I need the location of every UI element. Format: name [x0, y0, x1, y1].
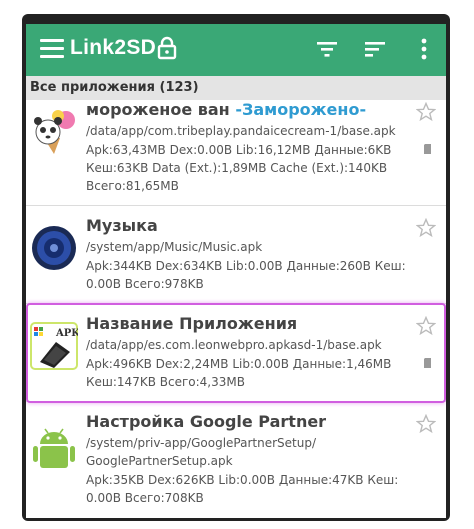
panda-icecream-icon — [34, 110, 75, 154]
lock-icon[interactable] — [157, 36, 177, 60]
app-bar: Link2SD — [26, 24, 446, 76]
app-path: GooglePartnerSetup.apk — [86, 454, 233, 468]
list-item[interactable]: мороженое ван -Заморожено- /data/app/com… — [26, 100, 446, 206]
android-icon — [33, 428, 75, 468]
app-name: Название Приложения — [86, 314, 298, 333]
star-outline-icon[interactable] — [416, 218, 436, 238]
app-name: Настройка Google Partner — [86, 412, 327, 431]
app-size-line: Apk:63,43MB Dex:0.00B Lib:16,12MB Данные… — [86, 143, 392, 157]
menu-icon[interactable] — [40, 39, 64, 59]
svg-text:APK: APK — [55, 328, 78, 339]
app-size-line: Apk:344KB Dex:634KB Lib:0.00B Данные:260… — [86, 259, 406, 273]
app-title: Link2SD — [70, 36, 157, 59]
app-size-line: Кеш:147KB Всего:4,33MB — [86, 375, 245, 389]
star-outline-icon[interactable] — [416, 316, 436, 336]
device-screen: Link2SD Все приложения (123) мороженое в… — [26, 24, 446, 518]
list-item[interactable]: Музыка /system/app/Music/Music.apk Apk:3… — [26, 206, 446, 304]
app-total: Всего:81,65MB — [86, 179, 179, 193]
app-size-line: Apk:496KB Dex:2,24MB Lib:0.00B Данные:1,… — [86, 357, 392, 371]
apk-sdcard-icon: APK — [30, 322, 78, 370]
filter-icon[interactable] — [316, 40, 338, 58]
frozen-tag: -Заморожено- — [235, 100, 367, 119]
app-size-line: Apk:35KB Dex:626KB Lib:0.00B Данные:47KB… — [86, 473, 399, 487]
app-size-line: Кеш:63KB Data (Ext.):1,89MB Cache (Ext.)… — [86, 161, 388, 175]
list-item[interactable]: Настройка Google Partner /system/priv-ap… — [26, 402, 446, 518]
app-path: /system/app/Music/Music.apk — [86, 240, 263, 254]
star-outline-icon[interactable] — [416, 102, 436, 122]
sort-icon[interactable] — [364, 40, 386, 58]
app-path: /data/app/es.com.leonwebpro.apkasd-1/bas… — [86, 338, 382, 352]
sdcard-icon — [424, 358, 431, 368]
sdcard-icon — [424, 144, 431, 154]
list-item[interactable]: APK Название Приложения /data/app/es.com… — [26, 304, 446, 402]
more-vert-icon[interactable] — [420, 38, 428, 60]
app-name: Музыка — [86, 216, 158, 235]
app-size-line: 0.00B Всего:978KB — [86, 277, 204, 291]
app-name: мороженое ван -Заморожено- — [86, 100, 367, 119]
app-path: /system/priv-app/GooglePartnerSetup/ — [86, 436, 316, 450]
app-size-line: 0.00B Всего:708KB — [86, 491, 204, 505]
star-outline-icon[interactable] — [416, 414, 436, 434]
speaker-icon — [32, 226, 76, 270]
section-header: Все приложения (123) — [26, 76, 446, 100]
app-path: /data/app/com.tribeplay.pandaicecream-1/… — [86, 124, 396, 138]
app-list[interactable]: мороженое ван -Заморожено- /data/app/com… — [26, 100, 446, 518]
